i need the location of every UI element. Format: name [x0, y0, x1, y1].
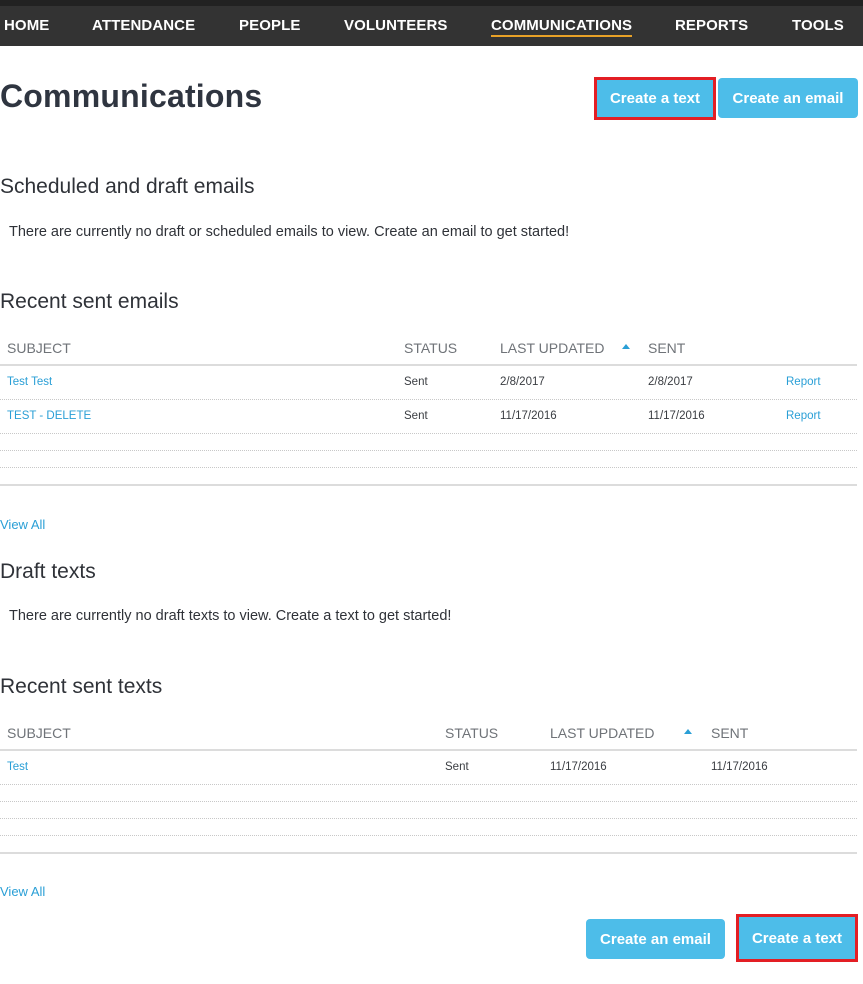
sent-texts-title: Recent sent texts	[0, 675, 163, 698]
nav-attendance[interactable]: ATTENDANCE	[92, 17, 195, 34]
scheduled-emails-empty-message: There are currently no draft or schedule…	[9, 224, 570, 240]
column-sent[interactable]: SENT	[711, 725, 748, 741]
create-text-button-top[interactable]: Create a text	[594, 77, 716, 120]
draft-texts-empty-message: There are currently no draft texts to vi…	[9, 608, 452, 624]
sort-ascending-icon[interactable]	[684, 729, 692, 734]
email-sent-date: 11/17/2016	[648, 410, 705, 422]
table-row: Test Sent 11/17/2016 11/17/2016	[0, 751, 857, 785]
nav-reports[interactable]: REPORTS	[675, 17, 748, 34]
empty-row	[0, 434, 857, 451]
text-last-updated: 11/17/2016	[550, 761, 607, 773]
column-subject[interactable]: SUBJECT	[7, 725, 71, 741]
scheduled-emails-title: Scheduled and draft emails	[0, 175, 255, 198]
report-link[interactable]: Report	[786, 410, 821, 422]
nav-volunteers[interactable]: VOLUNTEERS	[344, 17, 448, 34]
nav-tools[interactable]: TOOLS	[792, 17, 844, 34]
sent-emails-title: Recent sent emails	[0, 290, 179, 313]
empty-row	[0, 451, 857, 468]
email-status: Sent	[404, 376, 428, 388]
table-row: TEST - DELETE Sent 11/17/2016 11/17/2016…	[0, 400, 857, 434]
nav-people[interactable]: PEOPLE	[239, 17, 300, 34]
table-footer-border	[0, 484, 857, 486]
report-link[interactable]: Report	[786, 376, 821, 388]
view-all-texts-link[interactable]: View All	[0, 884, 45, 899]
column-last-updated[interactable]: LAST UPDATED	[500, 340, 605, 356]
sent-texts-table: SUBJECT STATUS LAST UPDATED SENT Test Se…	[0, 715, 857, 854]
create-email-button-top[interactable]: Create an email	[718, 78, 858, 118]
text-status: Sent	[445, 761, 469, 773]
email-subject-link[interactable]: Test Test	[7, 376, 52, 388]
create-email-button-bottom[interactable]: Create an email	[586, 919, 725, 959]
table-header: SUBJECT STATUS LAST UPDATED SENT	[0, 715, 857, 751]
empty-row	[0, 785, 857, 802]
email-last-updated: 11/17/2016	[500, 410, 557, 422]
column-sent[interactable]: SENT	[648, 340, 685, 356]
main-nav: HOME ATTENDANCE PEOPLE VOLUNTEERS COMMUN…	[0, 6, 863, 46]
empty-row	[0, 819, 857, 836]
table-row: Test Test Sent 2/8/2017 2/8/2017 Report	[0, 366, 857, 400]
create-text-button-bottom[interactable]: Create a text	[736, 914, 858, 962]
column-status[interactable]: STATUS	[404, 340, 457, 356]
nav-home[interactable]: HOME	[4, 17, 49, 34]
empty-row	[0, 802, 857, 819]
text-sent-date: 11/17/2016	[711, 761, 768, 773]
sort-ascending-icon[interactable]	[622, 344, 630, 349]
table-footer-border	[0, 852, 857, 854]
column-subject[interactable]: SUBJECT	[7, 340, 71, 356]
email-sent-date: 2/8/2017	[648, 376, 693, 388]
page-title: Communications	[0, 78, 263, 114]
email-status: Sent	[404, 410, 428, 422]
view-all-emails-link[interactable]: View All	[0, 517, 45, 532]
sent-emails-table: SUBJECT STATUS LAST UPDATED SENT Test Te…	[0, 330, 857, 486]
nav-communications[interactable]: COMMUNICATIONS	[491, 17, 633, 37]
text-subject-link[interactable]: Test	[7, 761, 28, 773]
email-subject-link[interactable]: TEST - DELETE	[7, 410, 91, 422]
column-status[interactable]: STATUS	[445, 725, 498, 741]
column-last-updated[interactable]: LAST UPDATED	[550, 725, 655, 741]
table-header: SUBJECT STATUS LAST UPDATED SENT	[0, 330, 857, 366]
email-last-updated: 2/8/2017	[500, 376, 545, 388]
draft-texts-title: Draft texts	[0, 560, 96, 583]
